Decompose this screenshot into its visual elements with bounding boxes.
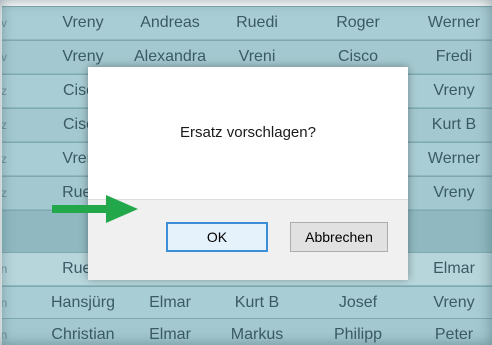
table-cell: Roger <box>336 14 380 31</box>
table-cell: Andreas <box>140 14 200 31</box>
table-cell: Josef <box>338 294 378 311</box>
green-arrow-icon <box>52 195 138 223</box>
cancel-button[interactable]: Abbrechen <box>290 222 388 252</box>
table-cell: Vreny <box>433 184 475 201</box>
row-marker: n <box>2 296 8 310</box>
dialog-message: Ersatz vorschlagen? <box>180 124 316 141</box>
table-cell: Kurt B <box>431 116 477 133</box>
table-cell: Werner <box>427 150 481 167</box>
table-row: n Hansjürg Elmar Kurt B Josef Vreny <box>2 286 492 319</box>
table-cell: Fredi <box>435 48 473 65</box>
table-row: n Christian Elmar Markus Philipp Peter <box>2 318 492 345</box>
table-cell: Werner <box>427 14 481 31</box>
row-marker: n <box>2 328 8 342</box>
row-marker: z <box>2 118 7 132</box>
table-cell: Elmar <box>149 326 191 343</box>
table-cell: Vreny <box>433 294 475 311</box>
row-marker: n <box>2 262 8 276</box>
row-marker: v <box>2 50 7 64</box>
table-row: v Vreny Andreas Ruedi Roger Werner <box>2 6 492 39</box>
table-cell: Ruedi <box>236 14 278 31</box>
table-cell: Markus <box>230 326 284 343</box>
table-cell: Vreny <box>433 82 475 99</box>
table-cell: Kurt B <box>234 294 280 311</box>
table-cell: Elmar <box>433 260 475 277</box>
table-cell: Elmar <box>149 294 191 311</box>
ok-button[interactable]: OK <box>166 222 268 252</box>
row-marker: z <box>2 84 7 98</box>
table-cell: Peter <box>434 326 474 343</box>
row-marker: v <box>2 16 7 30</box>
row-marker: z <box>2 152 7 166</box>
row-marker: z <box>2 186 7 200</box>
table-cell: Philipp <box>333 326 383 343</box>
